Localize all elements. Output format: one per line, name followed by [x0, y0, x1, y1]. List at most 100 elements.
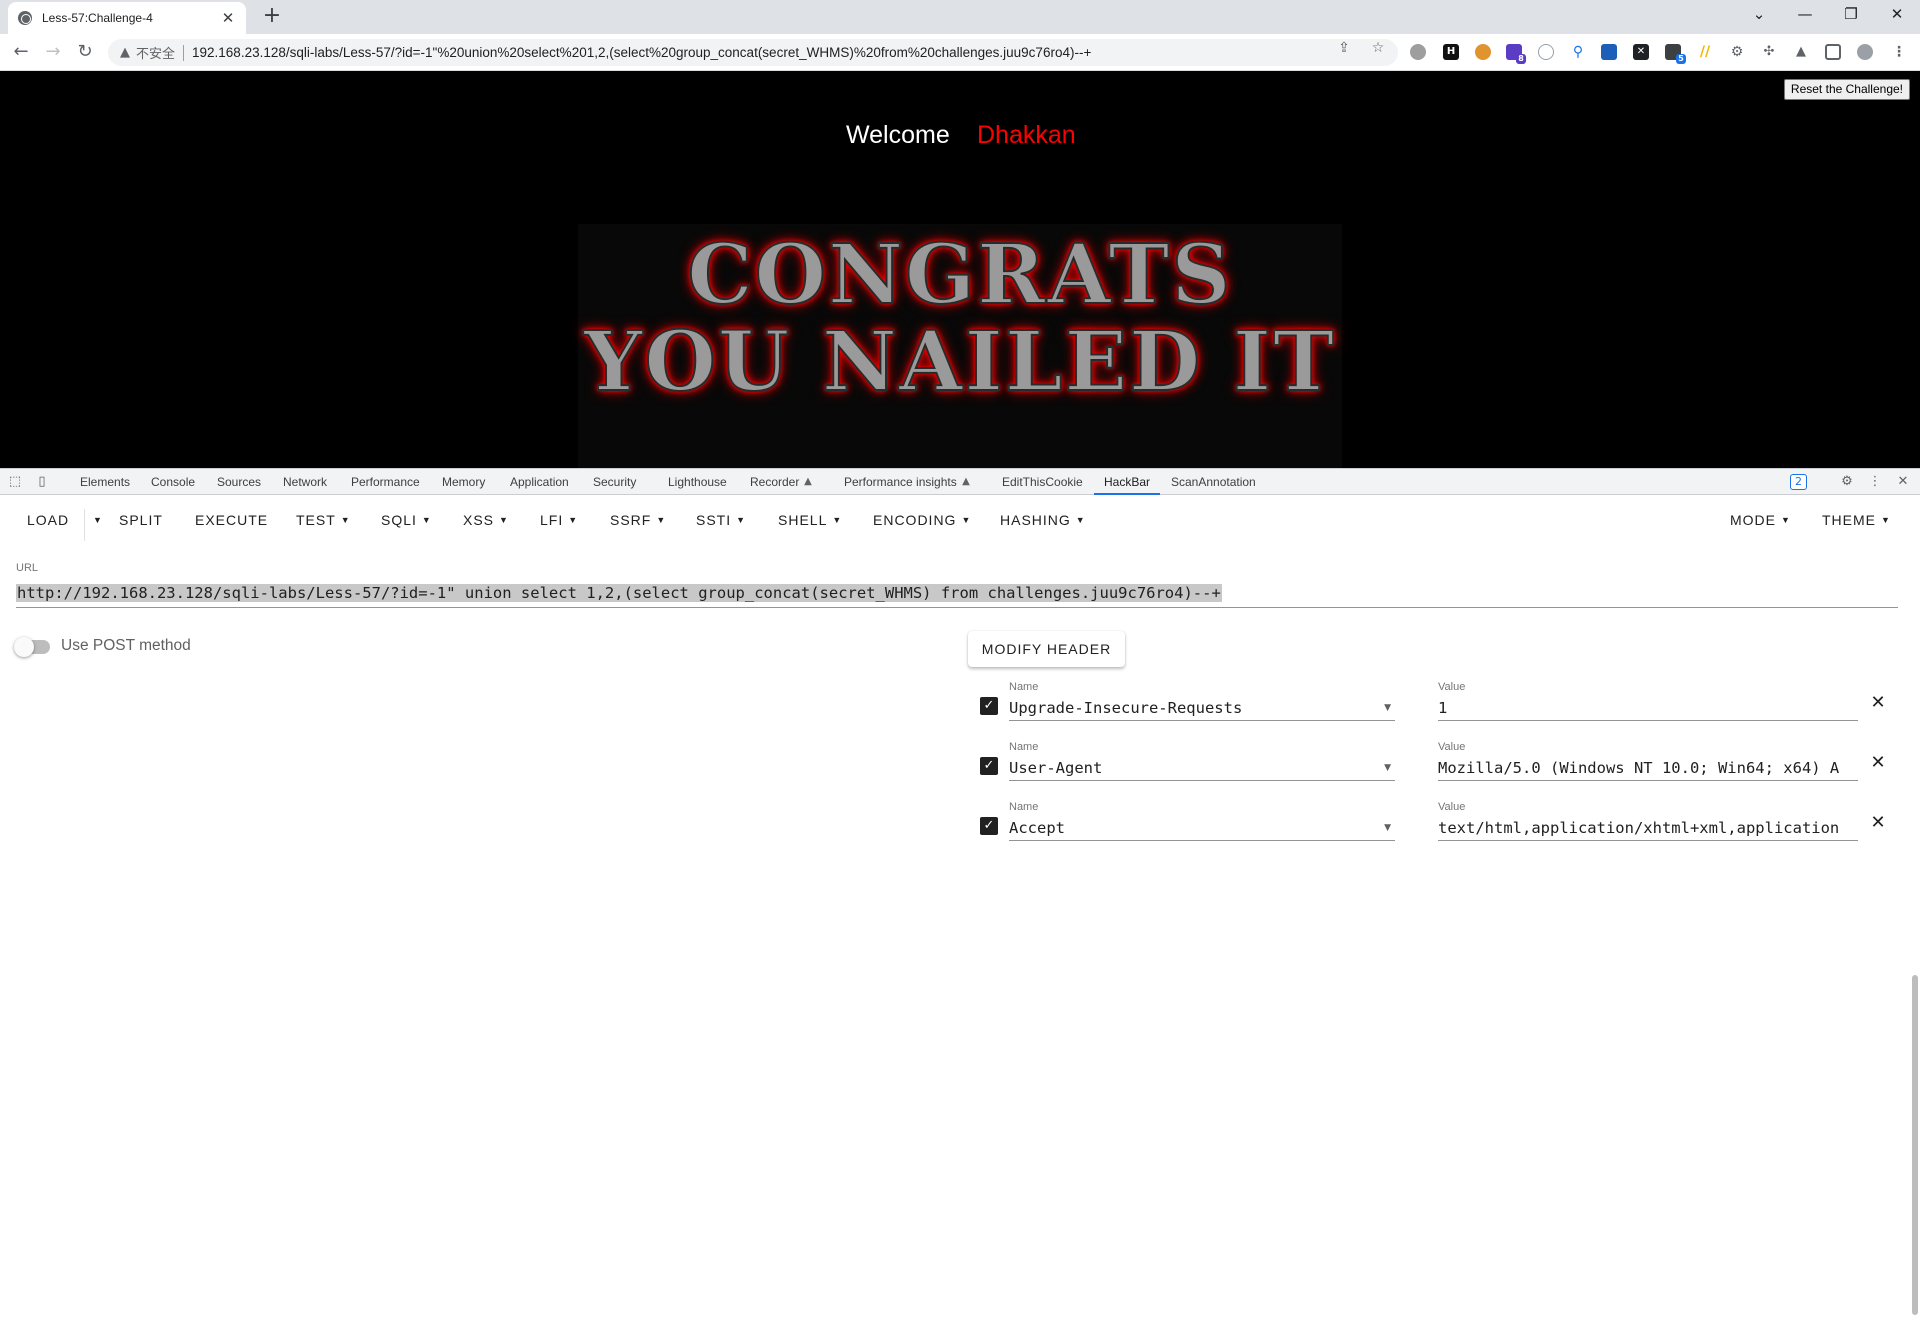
- tab-console[interactable]: Console: [151, 469, 195, 495]
- load-dropdown-icon[interactable]: ▼: [88, 509, 103, 531]
- tab-recorder[interactable]: Recorder: [750, 469, 799, 495]
- remove-header-icon[interactable]: ✕: [1868, 753, 1888, 773]
- tab-search-icon[interactable]: ⌄: [1736, 0, 1782, 30]
- hashing-menu[interactable]: HASHING ▼: [1000, 509, 1086, 531]
- post-method-label: Use POST method: [61, 637, 191, 654]
- test-menu[interactable]: TEST ▼: [296, 509, 351, 531]
- extension-circle-icon[interactable]: [1410, 44, 1426, 60]
- warning-icon[interactable]: ▲: [120, 45, 130, 60]
- dropdown-arrow-icon: ▼: [1384, 703, 1391, 713]
- scrollbar-thumb[interactable]: [1912, 975, 1918, 1315]
- header-name-label: Name: [1009, 681, 1039, 693]
- reset-challenge-button[interactable]: Reset the Challenge!: [1783, 79, 1910, 100]
- tab-application[interactable]: Application: [510, 469, 569, 495]
- tab-network[interactable]: Network: [283, 469, 327, 495]
- remove-header-icon[interactable]: ✕: [1868, 813, 1888, 833]
- header-value-input[interactable]: 1: [1438, 695, 1858, 721]
- close-window-button[interactable]: ✕: [1874, 0, 1920, 30]
- split-button[interactable]: SPLIT: [119, 509, 163, 531]
- restore-button[interactable]: ❐: [1828, 0, 1874, 30]
- remove-header-icon[interactable]: ✕: [1868, 693, 1888, 713]
- header-name-select[interactable]: Upgrade-Insecure-Requests ▼: [1009, 695, 1395, 721]
- issues-badge[interactable]: 2: [1790, 474, 1807, 490]
- inspect-element-icon[interactable]: ⬚: [6, 473, 24, 491]
- shell-menu[interactable]: SHELL ▼: [778, 509, 842, 531]
- tab-hackbar[interactable]: HackBar: [1094, 469, 1161, 495]
- load-button[interactable]: LOAD: [27, 509, 69, 531]
- caret-down-icon: ▼: [656, 515, 667, 525]
- header-name-select[interactable]: User-Agent ▼: [1009, 755, 1395, 781]
- header-checkbox[interactable]: ✓: [980, 817, 998, 835]
- settings-gear-icon[interactable]: ⚙: [1838, 473, 1856, 491]
- header-checkbox[interactable]: ✓: [980, 697, 998, 715]
- extension-link-icon[interactable]: [1538, 44, 1554, 60]
- extensions-puzzle-icon[interactable]: ✣: [1761, 44, 1777, 60]
- encoding-menu[interactable]: ENCODING ▼: [873, 509, 971, 531]
- tab-performance[interactable]: Performance: [351, 469, 420, 495]
- caret-down-icon: ▼: [961, 515, 972, 525]
- tab-close-icon[interactable]: ✕: [220, 9, 236, 27]
- side-panel-icon[interactable]: [1825, 44, 1841, 60]
- menu-kebab-icon[interactable]: ⋮: [1891, 44, 1907, 60]
- address-bar[interactable]: ▲ 不安全 192.168.23.128/sqli-labs/Less-57/?…: [108, 39, 1398, 66]
- tab-performance-insights[interactable]: Performance insights: [844, 469, 957, 495]
- security-label[interactable]: 不安全: [136, 43, 175, 62]
- mode-menu[interactable]: MODE ▼: [1730, 509, 1791, 531]
- tab-security[interactable]: Security: [593, 469, 636, 495]
- device-toolbar-icon[interactable]: ▯: [33, 473, 51, 491]
- tab-lighthouse[interactable]: Lighthouse: [668, 469, 727, 495]
- address-text[interactable]: 192.168.23.128/sqli-labs/Less-57/?id=-1"…: [192, 45, 1091, 60]
- experimental-flask-icon: ▲: [804, 476, 812, 487]
- modify-header-button[interactable]: MODIFY HEADER: [968, 631, 1125, 667]
- extension-gear-icon[interactable]: ⚙: [1729, 44, 1745, 60]
- minimize-button[interactable]: —: [1782, 0, 1828, 30]
- omnibox-divider: [183, 44, 185, 61]
- post-method-toggle[interactable]: [14, 637, 50, 657]
- forward-icon[interactable]: →: [41, 40, 65, 64]
- sqli-menu[interactable]: SQLI ▼: [381, 509, 432, 531]
- tab-strip: Less-57:Challenge-4 ✕ + ⌄ — ❐ ✕: [0, 0, 1920, 34]
- browser-tab[interactable]: Less-57:Challenge-4 ✕: [8, 2, 246, 34]
- extension-cookie-icon[interactable]: [1475, 44, 1491, 60]
- extension-h-icon[interactable]: H: [1443, 44, 1459, 60]
- extension-wappalyzer-icon[interactable]: [1601, 44, 1617, 60]
- back-icon[interactable]: ←: [9, 40, 33, 64]
- tab-scanannotation[interactable]: ScanAnnotation: [1171, 469, 1256, 495]
- more-options-icon[interactable]: ⋮: [1866, 473, 1884, 491]
- extension-pin-icon[interactable]: ⚲: [1570, 44, 1586, 60]
- reload-icon[interactable]: ↻: [73, 40, 97, 64]
- ssti-menu[interactable]: SSTI ▼: [696, 509, 746, 531]
- header-value-text: text/html,application/xhtml+xml,applicat…: [1438, 819, 1840, 837]
- bookmark-star-icon[interactable]: ☆: [1370, 40, 1386, 56]
- header-value-input[interactable]: Mozilla/5.0 (Windows NT 10.0; Win64; x64…: [1438, 755, 1858, 781]
- close-devtools-icon[interactable]: ✕: [1894, 473, 1912, 491]
- theme-menu[interactable]: THEME ▼: [1822, 509, 1891, 531]
- url-input[interactable]: http://192.168.23.128/sqli-labs/Less-57/…: [16, 582, 1898, 608]
- ssrf-menu[interactable]: SSRF ▼: [610, 509, 666, 531]
- execute-button[interactable]: EXECUTE: [195, 509, 268, 531]
- tab-sources[interactable]: Sources: [217, 469, 261, 495]
- extension-badge: 8: [1516, 54, 1526, 64]
- header-checkbox[interactable]: ✓: [980, 757, 998, 775]
- extension-slash-icon[interactable]: //: [1697, 44, 1713, 60]
- header-value-input[interactable]: text/html,application/xhtml+xml,applicat…: [1438, 815, 1858, 841]
- url-input-value[interactable]: http://192.168.23.128/sqli-labs/Less-57/…: [16, 584, 1222, 602]
- browser-toolbar: ← → ↻ ▲ 不安全 192.168.23.128/sqli-labs/Les…: [0, 34, 1920, 71]
- share-icon[interactable]: ⇪: [1336, 40, 1352, 56]
- caret-down-icon: ▼: [1075, 515, 1086, 525]
- devtools-scrollbar[interactable]: [1912, 965, 1918, 1334]
- flask-icon[interactable]: ▲: [1793, 44, 1809, 60]
- xss-menu[interactable]: XSS ▼: [463, 509, 509, 531]
- new-tab-button[interactable]: +: [260, 5, 284, 29]
- globe-icon: [18, 11, 32, 25]
- test-menu-label: TEST: [296, 512, 336, 528]
- caret-down-icon: ▼: [499, 515, 509, 525]
- tab-elements[interactable]: Elements: [80, 469, 130, 495]
- tab-memory[interactable]: Memory: [442, 469, 485, 495]
- lfi-menu[interactable]: LFI ▼: [540, 509, 578, 531]
- header-value-label: Value: [1438, 681, 1466, 693]
- header-name-select[interactable]: Accept ▼: [1009, 815, 1395, 841]
- profile-avatar-icon[interactable]: [1857, 44, 1873, 60]
- extension-x-icon[interactable]: ✕: [1633, 44, 1649, 60]
- tab-editthiscookie[interactable]: EditThisCookie: [1002, 469, 1083, 495]
